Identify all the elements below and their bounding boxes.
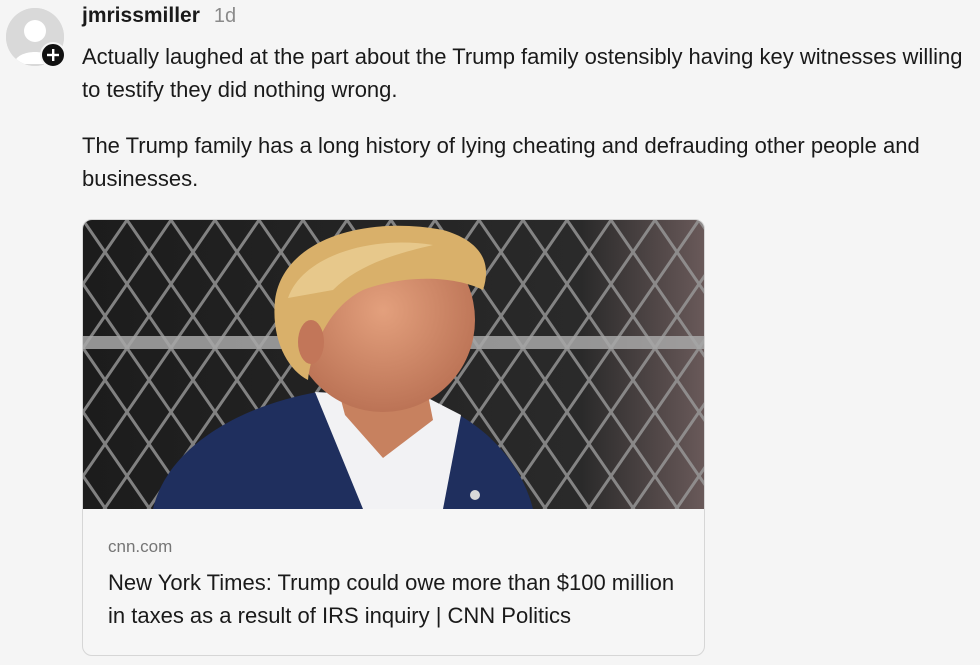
link-preview-card[interactable]: cnn.com New York Times: Trump could owe … [82,219,705,656]
link-source: cnn.com [108,537,173,556]
username[interactable]: jmrissmiller [82,4,200,28]
link-title[interactable]: New York Times: Trump could owe more tha… [108,566,688,632]
comment-header: jmrissmiller 1d [82,4,236,32]
follow-button[interactable] [40,42,66,68]
comment: jmrissmiller 1d Actually laughed at the … [0,0,980,665]
plus-icon [47,49,59,61]
comment-paragraph: The Trump family has a long history of l… [82,133,920,191]
timestamp: 1d [213,5,237,27]
comment-body: Actually laughed at the part about the T… [82,40,978,218]
comment-paragraph: Actually laughed at the part about the T… [82,44,963,102]
link-preview-image [83,220,704,509]
